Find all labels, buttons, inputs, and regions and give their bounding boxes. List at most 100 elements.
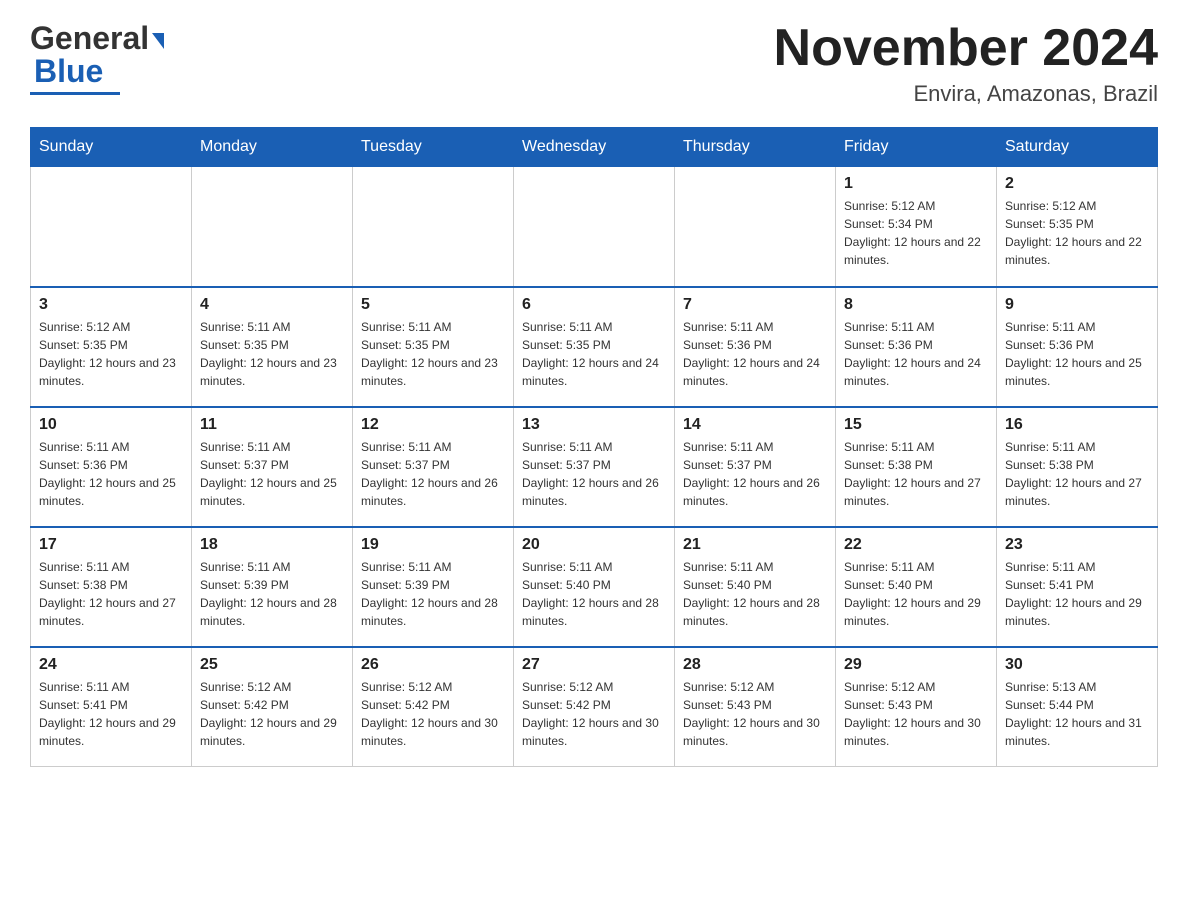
- calendar-cell-3-6: 23 Sunrise: 5:11 AMSunset: 5:41 PMDayligh…: [997, 527, 1158, 647]
- calendar-cell-2-1: 11Sunrise: 5:11 AMSunset: 5:37 PMDayligh…: [192, 407, 353, 527]
- calendar-cell-3-1: 18 Sunrise: 5:11 AMSunset: 5:39 PMDayligh…: [192, 527, 353, 647]
- day-number: 12: [361, 416, 505, 434]
- day-info: Sunrise: 5:12 AMSunset: 5:43 PMDaylight:…: [683, 678, 827, 750]
- calendar-cell-3-0: 17Sunrise: 5:11 AMSunset: 5:38 PMDayligh…: [31, 527, 192, 647]
- weekday-header-friday: Friday: [836, 128, 997, 167]
- day-info: Sunrise: 5:11 AMSunset: 5:35 PMDaylight:…: [200, 318, 344, 390]
- day-number: 2: [1005, 175, 1149, 193]
- day-info: Sunrise: 5:11 AMSunset: 5:39 PMDaylight:…: [361, 558, 505, 630]
- location: Envira, Amazonas, Brazil: [774, 81, 1158, 107]
- day-info: Sunrise: 5:11 AMSunset: 5:38 PMDaylight:…: [39, 558, 183, 630]
- logo-underline: [30, 92, 120, 95]
- day-number: 22: [844, 536, 988, 554]
- calendar-cell-2-6: 16 Sunrise: 5:11 AMSunset: 5:38 PMDayligh…: [997, 407, 1158, 527]
- week-row-3: 10 Sunrise: 5:11 AMSunset: 5:36 PMDayligh…: [31, 407, 1158, 527]
- calendar-cell-1-1: 4Sunrise: 5:11 AMSunset: 5:35 PMDaylight…: [192, 287, 353, 407]
- day-number: 24: [39, 656, 183, 674]
- day-number: 26: [361, 656, 505, 674]
- calendar-cell-4-4: 28 Sunrise: 5:12 AMSunset: 5:43 PMDayligh…: [675, 647, 836, 767]
- day-info: Sunrise: 5:11 AMSunset: 5:38 PMDaylight:…: [1005, 438, 1149, 510]
- day-info: Sunrise: 5:11 AMSunset: 5:36 PMDaylight:…: [39, 438, 183, 510]
- weekday-header-wednesday: Wednesday: [514, 128, 675, 167]
- calendar-table: SundayMondayTuesdayWednesdayThursdayFrid…: [30, 127, 1158, 767]
- calendar-cell-1-5: 8 Sunrise: 5:11 AMSunset: 5:36 PMDaylight…: [836, 287, 997, 407]
- day-number: 28: [683, 656, 827, 674]
- day-info: Sunrise: 5:12 AMSunset: 5:34 PMDaylight:…: [844, 197, 988, 269]
- calendar-cell-4-1: 25 Sunrise: 5:12 AMSunset: 5:42 PMDayligh…: [192, 647, 353, 767]
- calendar-cell-0-3: [514, 167, 675, 287]
- calendar-cell-3-3: 20Sunrise: 5:11 AMSunset: 5:40 PMDayligh…: [514, 527, 675, 647]
- day-info: Sunrise: 5:11 AMSunset: 5:41 PMDaylight:…: [39, 678, 183, 750]
- day-number: 8: [844, 296, 988, 314]
- day-number: 5: [361, 296, 505, 314]
- calendar-cell-0-6: 2 Sunrise: 5:12 AMSunset: 5:35 PMDaylight…: [997, 167, 1158, 287]
- day-number: 27: [522, 656, 666, 674]
- day-info: Sunrise: 5:11 AMSunset: 5:37 PMDaylight:…: [361, 438, 505, 510]
- month-title: November 2024: [774, 20, 1158, 77]
- day-info: Sunrise: 5:11 AMSunset: 5:35 PMDaylight:…: [361, 318, 505, 390]
- day-info: Sunrise: 5:12 AMSunset: 5:35 PMDaylight:…: [39, 318, 183, 390]
- day-info: Sunrise: 5:12 AMSunset: 5:42 PMDaylight:…: [522, 678, 666, 750]
- day-info: Sunrise: 5:11 AMSunset: 5:37 PMDaylight:…: [683, 438, 827, 510]
- weekday-header-tuesday: Tuesday: [353, 128, 514, 167]
- day-number: 25: [200, 656, 344, 674]
- calendar-cell-0-2: [353, 167, 514, 287]
- day-info: Sunrise: 5:11 AMSunset: 5:40 PMDaylight:…: [683, 558, 827, 630]
- page-header: General Blue November 2024 Envira, Amazo…: [30, 20, 1158, 107]
- calendar-cell-2-5: 15Sunrise: 5:11 AMSunset: 5:38 PMDayligh…: [836, 407, 997, 527]
- day-number: 10: [39, 416, 183, 434]
- day-info: Sunrise: 5:11 AMSunset: 5:35 PMDaylight:…: [522, 318, 666, 390]
- day-info: Sunrise: 5:12 AMSunset: 5:42 PMDaylight:…: [200, 678, 344, 750]
- calendar-cell-0-0: [31, 167, 192, 287]
- day-number: 7: [683, 296, 827, 314]
- day-info: Sunrise: 5:11 AMSunset: 5:40 PMDaylight:…: [844, 558, 988, 630]
- day-info: Sunrise: 5:12 AMSunset: 5:42 PMDaylight:…: [361, 678, 505, 750]
- week-row-2: 3 Sunrise: 5:12 AMSunset: 5:35 PMDaylight…: [31, 287, 1158, 407]
- day-number: 18: [200, 536, 344, 554]
- day-number: 14: [683, 416, 827, 434]
- day-number: 23: [1005, 536, 1149, 554]
- day-info: Sunrise: 5:11 AMSunset: 5:41 PMDaylight:…: [1005, 558, 1149, 630]
- day-info: Sunrise: 5:11 AMSunset: 5:36 PMDaylight:…: [1005, 318, 1149, 390]
- day-info: Sunrise: 5:11 AMSunset: 5:36 PMDaylight:…: [683, 318, 827, 390]
- calendar-cell-1-0: 3 Sunrise: 5:12 AMSunset: 5:35 PMDaylight…: [31, 287, 192, 407]
- day-number: 19: [361, 536, 505, 554]
- weekday-header-saturday: Saturday: [997, 128, 1158, 167]
- calendar-cell-4-2: 26 Sunrise: 5:12 AMSunset: 5:42 PMDayligh…: [353, 647, 514, 767]
- logo: General Blue: [30, 20, 164, 95]
- day-info: Sunrise: 5:12 AMSunset: 5:35 PMDaylight:…: [1005, 197, 1149, 269]
- day-info: Sunrise: 5:11 AMSunset: 5:39 PMDaylight:…: [200, 558, 344, 630]
- day-number: 1: [844, 175, 988, 193]
- calendar-cell-2-4: 14 Sunrise: 5:11 AMSunset: 5:37 PMDayligh…: [675, 407, 836, 527]
- calendar-cell-2-3: 13 Sunrise: 5:11 AMSunset: 5:37 PMDayligh…: [514, 407, 675, 527]
- weekday-header-thursday: Thursday: [675, 128, 836, 167]
- day-info: Sunrise: 5:11 AMSunset: 5:36 PMDaylight:…: [844, 318, 988, 390]
- calendar-cell-1-3: 6 Sunrise: 5:11 AMSunset: 5:35 PMDaylight…: [514, 287, 675, 407]
- day-number: 30: [1005, 656, 1149, 674]
- day-number: 15: [844, 416, 988, 434]
- calendar-cell-3-5: 22 Sunrise: 5:11 AMSunset: 5:40 PMDayligh…: [836, 527, 997, 647]
- week-row-5: 24 Sunrise: 5:11 AMSunset: 5:41 PMDayligh…: [31, 647, 1158, 767]
- calendar-cell-1-6: 9Sunrise: 5:11 AMSunset: 5:36 PMDaylight…: [997, 287, 1158, 407]
- calendar-cell-3-4: 21 Sunrise: 5:11 AMSunset: 5:40 PMDayligh…: [675, 527, 836, 647]
- day-info: Sunrise: 5:13 AMSunset: 5:44 PMDaylight:…: [1005, 678, 1149, 750]
- day-info: Sunrise: 5:11 AMSunset: 5:37 PMDaylight:…: [200, 438, 344, 510]
- day-info: Sunrise: 5:12 AMSunset: 5:43 PMDaylight:…: [844, 678, 988, 750]
- calendar-cell-0-5: 1 Sunrise: 5:12 AMSunset: 5:34 PMDaylight…: [836, 167, 997, 287]
- calendar-cell-4-6: 30 Sunrise: 5:13 AMSunset: 5:44 PMDayligh…: [997, 647, 1158, 767]
- calendar-cell-1-2: 5 Sunrise: 5:11 AMSunset: 5:35 PMDaylight…: [353, 287, 514, 407]
- week-row-1: 1 Sunrise: 5:12 AMSunset: 5:34 PMDaylight…: [31, 167, 1158, 287]
- day-number: 13: [522, 416, 666, 434]
- logo-general: General: [30, 20, 149, 57]
- logo-triangle-icon: [152, 33, 164, 49]
- day-number: 16: [1005, 416, 1149, 434]
- day-number: 3: [39, 296, 183, 314]
- day-info: Sunrise: 5:11 AMSunset: 5:37 PMDaylight:…: [522, 438, 666, 510]
- calendar-cell-0-1: [192, 167, 353, 287]
- logo-blue: Blue: [30, 53, 103, 90]
- day-number: 6: [522, 296, 666, 314]
- weekday-header-row: SundayMondayTuesdayWednesdayThursdayFrid…: [31, 128, 1158, 167]
- calendar-cell-0-4: [675, 167, 836, 287]
- weekday-header-sunday: Sunday: [31, 128, 192, 167]
- day-number: 21: [683, 536, 827, 554]
